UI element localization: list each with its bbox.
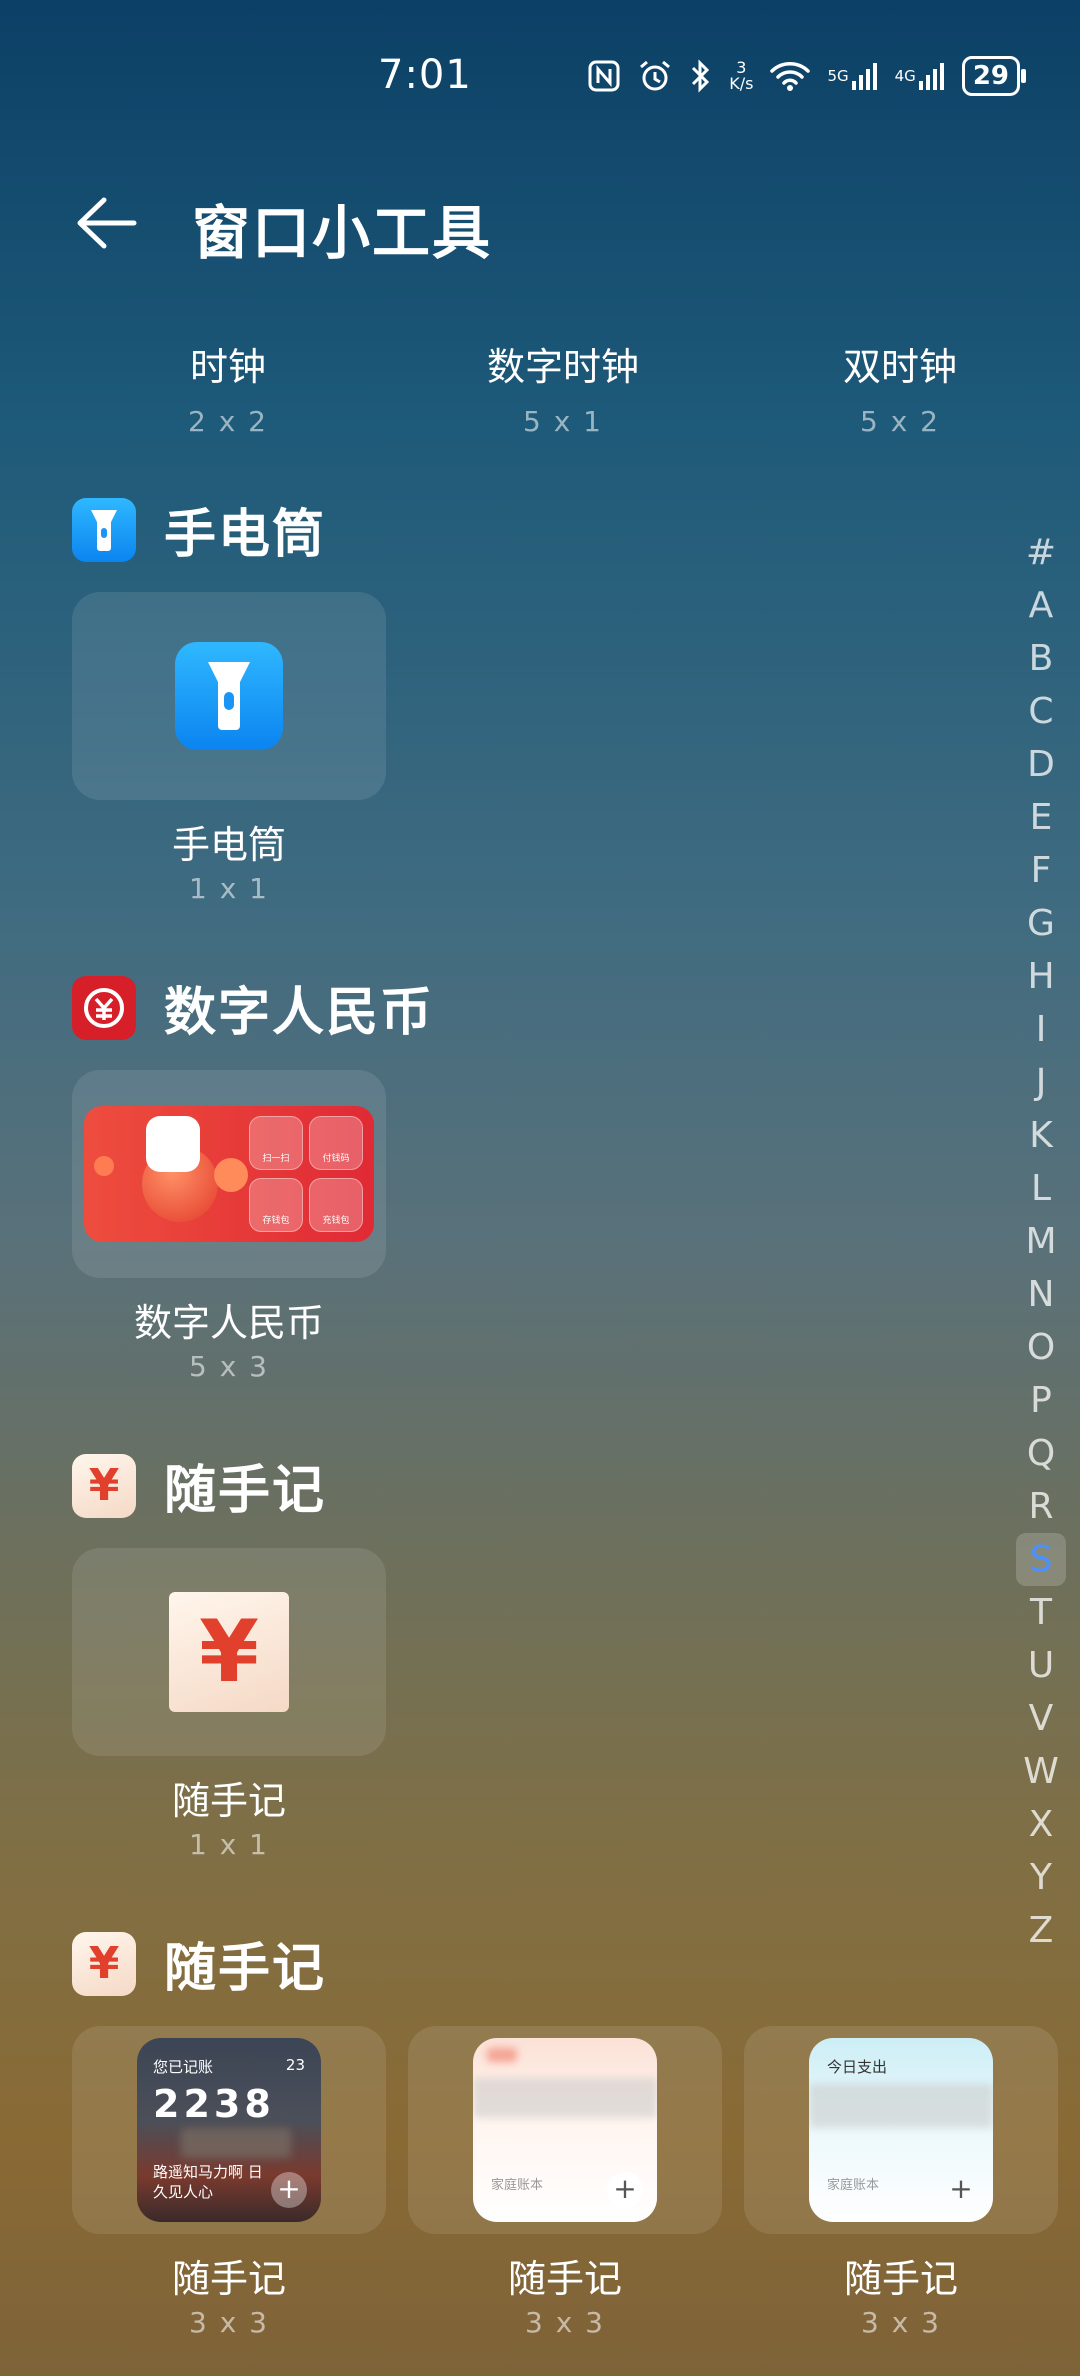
add-icon: + (271, 2172, 307, 2208)
recharge-button: 充钱包 (309, 1178, 363, 1232)
wifi-icon (769, 60, 811, 92)
signal-5g-icon: 5G (827, 61, 878, 91)
page-title: 窗口小工具 (192, 199, 493, 267)
widget-size: 5 x 1 (523, 405, 603, 438)
battery-indicator: 29 (961, 56, 1027, 96)
net-speed: 3 K/s (729, 58, 754, 93)
digital-rmb-widget-preview[interactable]: 扫一扫 付钱码 存钱包 充钱包 (72, 1070, 386, 1278)
index-letter-d[interactable]: D (1016, 738, 1066, 791)
widget-card-dark: 您已记账 23 2238 路遥知马力啊 日久见人心 + (137, 2038, 321, 2222)
section-rmb-header: 数字人民币 (72, 970, 434, 1045)
index-letter-n[interactable]: N (1016, 1268, 1066, 1321)
index-letter-c[interactable]: C (1016, 685, 1066, 738)
widget-name: 手电筒 (171, 823, 286, 867)
clock-widget[interactable]: 时钟 2 x 2 (98, 336, 358, 438)
yen-app-icon: ¥ (72, 1453, 136, 1518)
wallet-button: 存钱包 (249, 1178, 303, 1232)
index-letter-j[interactable]: J (1016, 1056, 1066, 1109)
section-title: 手电筒 (164, 505, 327, 565)
widget-size: 1 x 1 (189, 872, 269, 905)
suishouji-3x3-widget-preview[interactable]: 家庭账本 + (408, 2026, 722, 2234)
section-title: 随手记 (164, 1461, 327, 1521)
index-letter-b[interactable]: B (1016, 632, 1066, 685)
widget-size: 3 x 3 (861, 2306, 941, 2339)
status-bar: 7:01 3 K/s 5G 4G 29 (0, 0, 1080, 150)
widget-name: 随手记 (507, 2257, 622, 2301)
digital-rmb-card: 扫一扫 付钱码 存钱包 充钱包 (84, 1106, 374, 1242)
index-letter-k[interactable]: K (1016, 1109, 1066, 1162)
yen-app-icon: ¥ (72, 1931, 136, 1996)
widget-name: 数字时钟 (486, 345, 639, 389)
widget-size: 1 x 1 (189, 1828, 269, 1861)
status-time: 7:01 (378, 52, 472, 98)
widget-size: 5 x 2 (860, 405, 940, 438)
section-suishouji-header: ¥ 随手记 (72, 1448, 326, 1523)
nfc-icon (587, 59, 621, 93)
suishouji-3x3-widget-preview[interactable]: 今日支出 家庭账本 + (744, 2026, 1058, 2234)
index-letter-w[interactable]: W (1016, 1745, 1066, 1798)
status-icons: 3 K/s 5G 4G 29 (587, 56, 1027, 96)
section-suishouji-header: ¥ 随手记 (72, 1926, 326, 2001)
flashlight-widget-preview[interactable] (72, 592, 386, 800)
index-letter-i[interactable]: I (1016, 1003, 1066, 1056)
index-letter-p[interactable]: P (1016, 1374, 1066, 1427)
add-icon: + (949, 2172, 973, 2205)
widget-name: 随手记 (171, 2257, 286, 2301)
index-letter-f[interactable]: F (1016, 844, 1066, 897)
suishouji-1x1-widget-preview[interactable]: ¥ (72, 1548, 386, 1756)
index-letter-g[interactable]: G (1016, 897, 1066, 950)
index-letter-q[interactable]: Q (1016, 1427, 1066, 1480)
index-letter-u[interactable]: U (1016, 1639, 1066, 1692)
digital-clock-widget[interactable]: 数字时钟 5 x 1 (433, 336, 693, 438)
index-letter-t[interactable]: T (1016, 1586, 1066, 1639)
mascot-image (146, 1116, 200, 1172)
widget-card-peach: 家庭账本 + (473, 2038, 657, 2222)
yen-icon: ¥ (169, 1592, 289, 1712)
index-letter-h[interactable]: H (1016, 950, 1066, 1003)
dual-clock-widget[interactable]: 双时钟 5 x 2 (770, 336, 1030, 438)
widget-name: 时钟 (189, 345, 266, 389)
flashlight-app-icon (72, 497, 136, 562)
alarm-icon (637, 58, 673, 94)
back-button[interactable] (72, 188, 142, 258)
section-title: 随手记 (164, 1939, 327, 1999)
index-letter-r[interactable]: R (1016, 1480, 1066, 1533)
index-letter-e[interactable]: E (1016, 791, 1066, 844)
widget-size: 2 x 2 (188, 405, 268, 438)
widget-name: 随手记 (843, 2257, 958, 2301)
index-letter-x[interactable]: X (1016, 1798, 1066, 1851)
index-letter-v[interactable]: V (1016, 1692, 1066, 1745)
widget-name: 随手记 (171, 1779, 286, 1823)
index-letter-hash[interactable]: # (1016, 526, 1066, 579)
widget-card-blue: 今日支出 家庭账本 + (809, 2038, 993, 2222)
index-letter-a[interactable]: A (1016, 579, 1066, 632)
add-icon: + (607, 2172, 643, 2208)
widget-name: 双时钟 (842, 345, 957, 389)
widget-size: 3 x 3 (189, 2306, 269, 2339)
index-letter-y[interactable]: Y (1016, 1851, 1066, 1904)
index-letter-o[interactable]: O (1016, 1321, 1066, 1374)
suishouji-3x3-widget-preview[interactable]: 您已记账 23 2238 路遥知马力啊 日久见人心 + (72, 2026, 386, 2234)
signal-4g-icon: 4G (895, 61, 946, 91)
widget-size: 3 x 3 (525, 2306, 605, 2339)
index-letter-m[interactable]: M (1016, 1215, 1066, 1268)
index-letter-l[interactable]: L (1016, 1162, 1066, 1215)
pay-code-button: 付钱码 (309, 1116, 363, 1170)
alphabet-index[interactable]: # A B C D E F G H I J K L M N O P Q R S T U V W X Y Z (1016, 526, 1066, 1957)
bluetooth-icon (689, 58, 713, 94)
section-flashlight-header: 手电筒 (72, 492, 326, 567)
section-title: 数字人民币 (164, 983, 435, 1043)
scan-button: 扫一扫 (249, 1116, 303, 1170)
widget-size: 5 x 3 (189, 1350, 269, 1383)
flashlight-icon (175, 642, 283, 750)
widget-name: 数字人民币 (133, 1301, 324, 1345)
index-letter-z[interactable]: Z (1016, 1904, 1066, 1957)
index-letter-s[interactable]: S (1016, 1533, 1066, 1586)
digital-rmb-app-icon (72, 975, 136, 1040)
